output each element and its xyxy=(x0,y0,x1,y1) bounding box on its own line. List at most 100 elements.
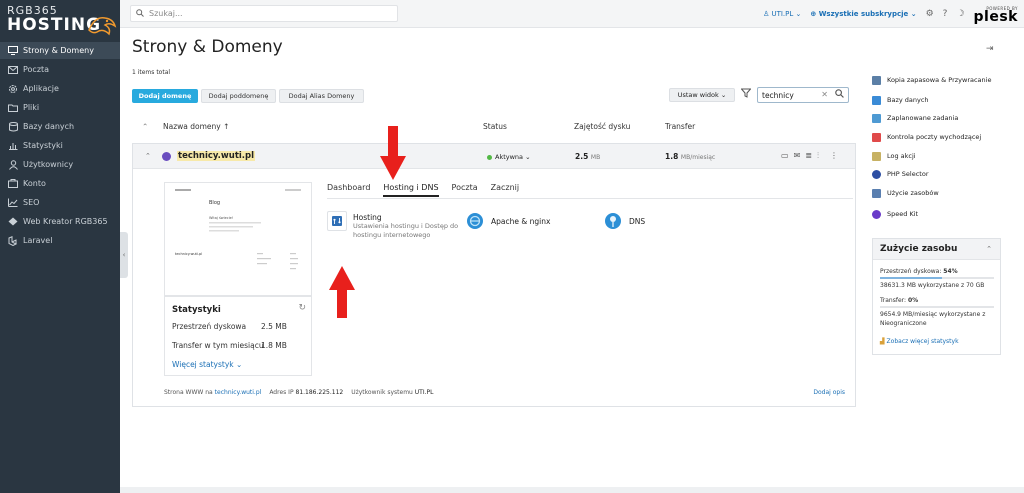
sidebar-item-stats[interactable]: Statystyki xyxy=(0,137,120,154)
mail-icon[interactable]: ✉ xyxy=(794,151,801,161)
rp-scheduled-tasks[interactable]: Zaplanowane zadania xyxy=(872,110,958,126)
settings-icon[interactable]: ⚙ xyxy=(926,9,934,19)
add-domain-button[interactable]: Dodaj domenę xyxy=(132,89,198,103)
sidebar-item-account[interactable]: Konto xyxy=(0,175,120,192)
sidebar-item-label: Web Kreator RGB365 xyxy=(23,217,108,226)
hosting-title: Hosting xyxy=(353,213,382,222)
usage-header[interactable]: Zużycie zasobu ⌃ xyxy=(873,239,1000,260)
user-menu[interactable]: ♙ UTI.PL ⌄ xyxy=(763,10,801,18)
sidebar-item-mail[interactable]: Poczta xyxy=(0,61,120,78)
sidebar-item-apps[interactable]: Aplikacje xyxy=(0,80,120,97)
search-icon xyxy=(136,8,144,19)
sidebar-item-label: Statystyki xyxy=(23,141,63,150)
rp-php-selector[interactable]: PHP Selector xyxy=(872,166,929,182)
bar-chart-icon xyxy=(8,141,18,151)
domain-tabs: Dashboard Hosting i DNS Poczta Zacznij xyxy=(327,183,519,197)
database-icon[interactable]: ≣ xyxy=(805,151,812,161)
stats-transfer-row: Transfer w tym miesiącu 1.8 MB xyxy=(172,341,287,350)
transfer-value: 1.8 xyxy=(665,152,679,161)
resource-icon xyxy=(872,188,881,198)
domain-name-link[interactable]: technicy.wuti.pl xyxy=(177,151,256,161)
sidebar-item-seo[interactable]: SEO xyxy=(0,194,120,211)
sidebar-item-domains[interactable]: Strony & Domeny xyxy=(0,42,120,59)
column-header-disk[interactable]: Zajętość dysku xyxy=(574,122,630,131)
sidebar-item-builder[interactable]: Web Kreator RGB365 xyxy=(0,213,120,230)
sidebar-item-label: Bazy danych xyxy=(23,122,75,131)
sidebar-item-label: Poczta xyxy=(23,65,50,74)
collapse-all-icon[interactable]: ⌃ xyxy=(142,122,148,131)
column-header-name[interactable]: Nazwa domeny ↑ xyxy=(163,122,229,131)
status-dot xyxy=(487,154,492,160)
settings-sliders-icon[interactable]: ⫶ xyxy=(817,151,819,161)
bottom-strip xyxy=(120,487,1024,493)
more-stats-link[interactable]: Więcej statystyk ⌄ xyxy=(172,360,242,369)
transfer-usage: 1.8 MB/miesiąc xyxy=(665,152,715,161)
tab-hosting-dns[interactable]: Hosting i DNS xyxy=(383,183,439,197)
sidebar-item-label: Aplikacje xyxy=(23,84,59,93)
column-header-status[interactable]: Status xyxy=(483,122,507,131)
resource-usage-panel: Zużycie zasobu ⌃ Przestrzeń dyskowa: 54% … xyxy=(872,238,1001,355)
usage-transfer-pct: 0% xyxy=(907,297,919,304)
usage-more-link[interactable]: ▟ Zobacz więcej statystyk xyxy=(880,338,959,345)
status-badge[interactable]: Aktywna ⌄ xyxy=(487,153,531,161)
sidebar-item-label: Laravel xyxy=(23,236,53,245)
search-input[interactable]: Szukaj... xyxy=(130,5,398,22)
filter-input[interactable]: technicy ✕ xyxy=(757,87,849,103)
sidebar-item-label: Pliki xyxy=(23,103,40,112)
plesk-logo: POWERED BY plesk xyxy=(974,6,1018,24)
disk-usage: 2.5 MB xyxy=(575,152,600,161)
filter-icon[interactable] xyxy=(740,88,753,102)
refresh-icon[interactable]: ↻ xyxy=(298,303,306,313)
domain-row[interactable]: ⌃ technicy.wuti.pl Aktywna ⌄ 2.5 MB 1.8 … xyxy=(133,144,855,169)
view-mode-button[interactable]: Ustaw widok ⌄ xyxy=(669,88,735,102)
panel-toggle-icon[interactable]: ⇥ xyxy=(986,44,994,54)
help-icon[interactable]: ? xyxy=(943,9,948,19)
column-header-transfer[interactable]: Transfer xyxy=(665,122,695,131)
rp-label: Bazy danych xyxy=(887,96,929,104)
sidebar-item-label: Konto xyxy=(23,179,46,188)
sidebar-item-files[interactable]: Pliki xyxy=(0,99,120,116)
chevron-up-icon[interactable]: ⌃ xyxy=(986,245,992,253)
globe-icon: ⊕ xyxy=(810,10,819,18)
sidebar-item-users[interactable]: Użytkownicy xyxy=(0,156,120,173)
rp-action-log[interactable]: Log akcji xyxy=(872,148,916,164)
add-description-link[interactable]: Dodaj opis xyxy=(813,389,845,396)
tab-dashboard[interactable]: Dashboard xyxy=(327,183,370,197)
dragon-icon xyxy=(88,17,117,36)
subscriptions-menu[interactable]: ⊕ Wszystkie subskrypcje ⌄ xyxy=(810,10,916,18)
rp-speed-kit[interactable]: Speed Kit xyxy=(872,206,918,222)
www-link[interactable]: technicy.wuti.pl xyxy=(215,389,262,396)
folder-icon[interactable]: ▭ xyxy=(781,151,789,161)
arrow-up-icon xyxy=(329,266,355,318)
clear-icon[interactable]: ✕ xyxy=(821,90,828,99)
ip-info: Adres IP 81.186.225.112 xyxy=(269,389,343,396)
row-actions: ▭ ✉ ≣ ⫶ ⋮ xyxy=(781,151,838,161)
search-icon[interactable] xyxy=(835,89,844,101)
site-preview[interactable]: Blog Witaj świecie! technicy.wuti.pl xyxy=(164,182,312,296)
moon-icon[interactable]: ☽ xyxy=(956,9,964,19)
dns-title: DNS xyxy=(629,217,646,226)
tab-get-started[interactable]: Zacznij xyxy=(491,183,520,197)
rp-databases[interactable]: Bazy danych xyxy=(872,92,929,108)
stats-disk-value: 2.5 MB xyxy=(261,322,287,331)
sidebar-item-laravel[interactable]: Laravel xyxy=(0,232,120,249)
rp-resource-usage[interactable]: Użycie zasobów xyxy=(872,185,939,201)
stats-transfer-value: 1.8 MB xyxy=(261,341,287,350)
add-subdomain-button[interactable]: Dodaj poddomenę xyxy=(201,89,276,103)
brand-logo[interactable]: RGB365 HOSTING xyxy=(7,4,117,38)
sidebar-item-databases[interactable]: Bazy danych xyxy=(0,118,120,135)
apache-tool[interactable]: Apache & nginx xyxy=(465,211,550,231)
tab-mail[interactable]: Poczta xyxy=(452,183,478,197)
rp-backup[interactable]: Kopia zapasowa & Przywracanie xyxy=(872,72,991,88)
folder-icon xyxy=(8,103,18,113)
rp-mail-control[interactable]: Kontrola poczty wychodzącej xyxy=(872,129,981,145)
chevron-up-icon[interactable]: ⌃ xyxy=(145,152,151,160)
dns-tool[interactable]: DNS xyxy=(603,211,645,231)
add-alias-button[interactable]: Dodaj Alias Domeny xyxy=(279,89,364,103)
more-icon[interactable]: ⋮ xyxy=(830,151,838,161)
rp-label: Kopia zapasowa & Przywracanie xyxy=(887,76,992,84)
gear-icon xyxy=(8,84,18,94)
hosting-tool[interactable]: Hosting Ustawienia hostingu i Dostęp do … xyxy=(327,211,471,239)
usage-disk-fill xyxy=(880,277,942,279)
sidebar: RGB365 HOSTING Strony & Domeny Poczta Ap… xyxy=(0,0,120,493)
